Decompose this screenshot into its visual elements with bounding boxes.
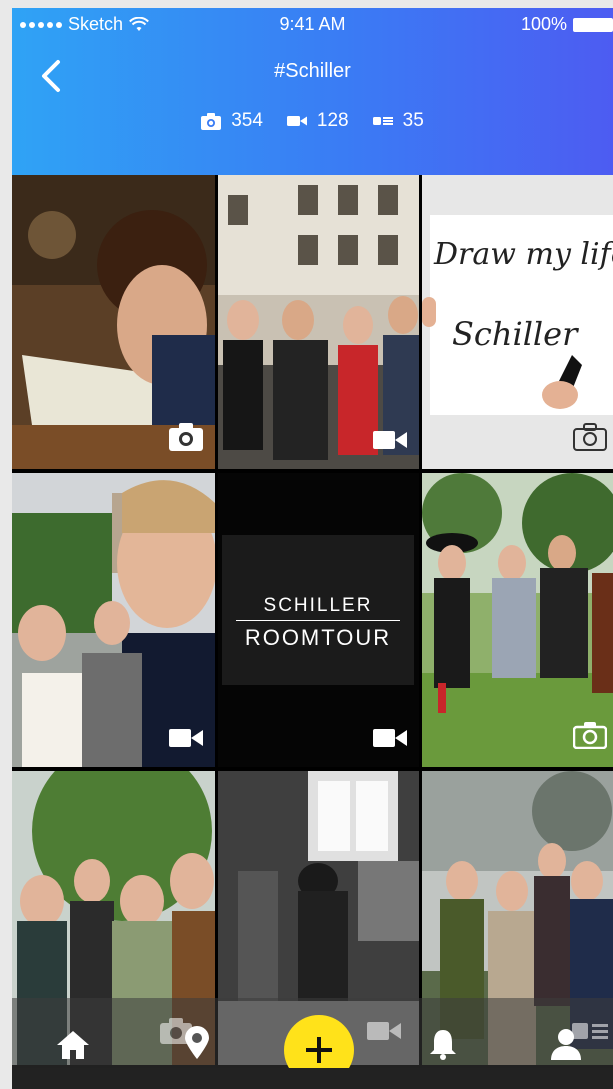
sign-line-2: Schiller [452, 315, 578, 353]
video-count[interactable]: 128 [286, 110, 349, 132]
grid-tile-photo[interactable] [12, 175, 215, 469]
location-pin-icon[interactable] [184, 1026, 210, 1060]
battery-percent: 100% [520, 14, 567, 34]
grid-tile-video[interactable]: SCHILLER ROOMTOUR [218, 473, 419, 767]
plus-icon [306, 1037, 332, 1063]
camera-icon [169, 423, 203, 451]
status-right: 100% [521, 14, 613, 35]
story-count[interactable]: 35 [372, 110, 424, 132]
card-divider [236, 620, 400, 621]
camera-icon [201, 112, 222, 130]
grid-tile-video[interactable] [12, 473, 215, 767]
camera-icon [573, 722, 607, 749]
header: Sketch 9:41 AM 100% #Schiller 354 128 35 [12, 8, 613, 175]
profile-icon[interactable] [550, 1028, 582, 1060]
video-thumbnail [12, 473, 215, 767]
video-thumbnail [218, 175, 419, 469]
photo-count[interactable]: 354 [201, 110, 263, 132]
home-icon[interactable] [56, 1030, 90, 1060]
phone-screen: Sketch 9:41 AM 100% #Schiller 354 128 35… [12, 8, 613, 1089]
battery-icon [573, 17, 613, 32]
photo-count-value: 354 [231, 110, 263, 131]
video-icon [169, 729, 203, 747]
grid-tile-photo[interactable] [422, 473, 613, 767]
video-icon [367, 1022, 401, 1040]
next-row-preview [12, 1068, 613, 1089]
page-title: #Schiller [274, 60, 351, 82]
story-icon [372, 117, 393, 125]
notification-bell-icon[interactable] [428, 1028, 458, 1060]
sign-line-1: Draw my life [434, 237, 613, 272]
card-title-top: SCHILLER [263, 595, 373, 616]
video-icon [286, 116, 307, 126]
video-icon [373, 431, 407, 449]
camera-icon [573, 423, 607, 451]
story-count-value: 35 [402, 110, 424, 131]
media-counts: 354 128 35 [12, 110, 613, 132]
card-title-bottom: ROOMTOUR [244, 625, 392, 650]
video-icon [373, 729, 407, 747]
roomtour-card: SCHILLER ROOMTOUR [222, 535, 414, 685]
video-count-value: 128 [316, 110, 349, 131]
grid-tile-photo[interactable]: Draw my life Schiller [422, 175, 613, 469]
status-bar: Sketch 9:41 AM 100% [12, 14, 613, 38]
grid-tile-video[interactable] [218, 175, 419, 469]
